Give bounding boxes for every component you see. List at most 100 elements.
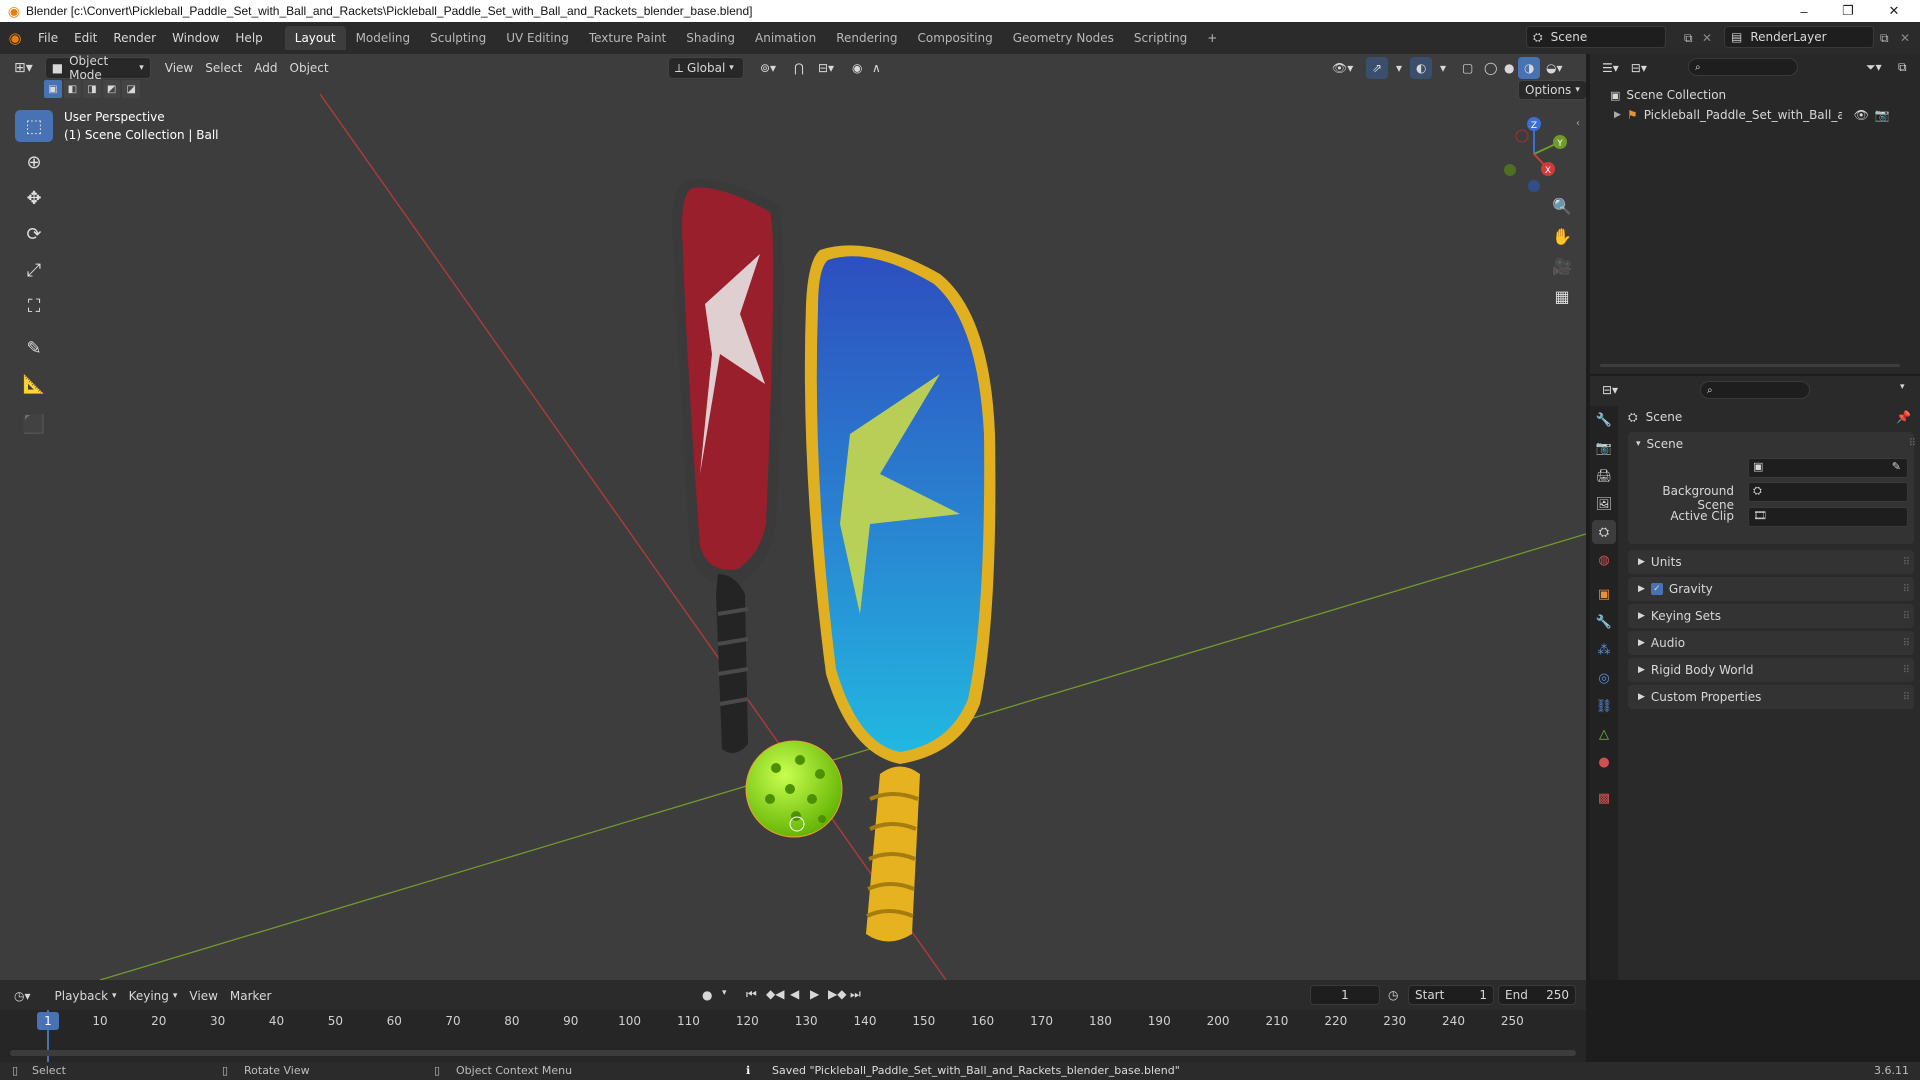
mode-selector[interactable]: ■ Object Mode ▾ [44,54,151,82]
menu-help[interactable]: Help [227,27,270,49]
menu-edit[interactable]: Edit [66,27,105,49]
tab-geometry-nodes[interactable]: Geometry Nodes [1003,26,1124,50]
play-reverse-icon[interactable]: ◀ [790,987,799,1001]
zoom-icon[interactable]: 🔍 [1548,192,1576,220]
visibility-icon[interactable]: 👁▾ [1326,57,1359,79]
delete-view-layer-icon[interactable]: ✕ [1900,31,1910,45]
current-frame-field[interactable]: 1 [1310,985,1380,1005]
tool-tab-icon[interactable]: 🔧 [1592,408,1616,432]
output-tab-icon[interactable]: 🖨 [1592,464,1616,488]
play-icon[interactable]: ▶ [810,987,819,1001]
rotate-tool-icon[interactable]: ⟳ [15,218,53,250]
drag-handle-icon[interactable]: ⠿ [1903,584,1910,595]
snap-icon[interactable]: ⋂ [788,57,810,79]
scene-panel-header[interactable]: ▾ Scene [1636,434,1683,454]
texture-tab-icon[interactable]: ▩ [1592,786,1616,810]
select-subtract-icon[interactable]: ◨ [83,80,101,98]
tab-rendering[interactable]: Rendering [826,26,907,50]
drag-handle-icon[interactable]: ⠿ [1903,638,1910,649]
scale-tool-icon[interactable]: ⤢ [15,254,53,286]
material-tab-icon[interactable]: ● [1592,750,1616,774]
view-layer-tab-icon[interactable]: 🖼 [1592,492,1616,516]
chevron-down-icon[interactable]: ▾ [722,988,727,998]
tab-layout[interactable]: Layout [284,26,346,50]
tab-texture-paint[interactable]: Texture Paint [579,26,676,50]
select-invert-icon[interactable]: ◩ [102,80,121,98]
timeline-editor-type-icon[interactable]: ◷▾ [8,985,37,1007]
object-tab-icon[interactable]: ▣ [1592,582,1616,606]
tab-animation[interactable]: Animation [745,26,826,50]
jump-start-icon[interactable]: ⏮ [746,987,757,1002]
menu-object[interactable]: Object [284,57,335,79]
maximize-button[interactable]: ❐ [1826,0,1870,22]
annotate-tool-icon[interactable]: ✎ [15,332,53,364]
transform-orientation-selector[interactable]: ⟂ Global ▾ [668,57,744,79]
view-layer-selector[interactable]: ▤ RenderLayer [1724,26,1874,48]
3d-viewport[interactable]: ⊞▾ ■ Object Mode ▾ View Select Add Objec… [0,54,1586,980]
physics-tab-icon[interactable]: ◎ [1592,666,1616,690]
menu-view[interactable]: View [159,57,199,79]
menu-keying[interactable]: Keying ▾ [123,985,184,1007]
data-tab-icon[interactable]: △ [1592,722,1616,746]
snap-target-icon[interactable]: ⊟▾ [812,57,840,79]
select-box-tool-icon[interactable]: ⬚ [15,110,53,142]
rendered-shading-icon[interactable]: ◒▾ [1540,57,1569,79]
properties-editor-type-icon[interactable]: ⊟▾ [1596,379,1624,401]
jump-end-icon[interactable]: ⏭ [850,987,861,1002]
tab-scripting[interactable]: Scripting [1124,26,1197,50]
drag-handle-icon[interactable]: ⠿ [1903,665,1910,676]
menu-render[interactable]: Render [105,27,164,49]
material-shading-icon[interactable]: ◑ [1518,57,1541,79]
section-units[interactable]: ▶ Units ⠿ [1628,550,1914,574]
navigation-gizmo[interactable]: Z Y X [1494,114,1574,194]
expand-arrow-icon[interactable]: ▶ [1614,110,1621,120]
sidebar-toggle-icon[interactable]: ‹ [1576,118,1580,129]
timeline-scrollbar[interactable] [10,1050,1576,1056]
perspective-grid-icon[interactable]: ▦ [1548,282,1576,310]
camera-view-icon[interactable]: 🎥 [1548,252,1576,280]
move-tool-icon[interactable]: ✥ [15,182,53,214]
select-extend-icon[interactable]: ◧ [63,80,82,98]
preview-range-icon[interactable]: ◷ [1388,988,1398,1002]
pivot-point-icon[interactable]: ⊚▾ [754,57,782,79]
drag-handle-icon[interactable]: ⠿ [1903,692,1910,703]
section-audio[interactable]: ▶ Audio ⠿ [1628,631,1914,655]
overlays-toggle-icon[interactable]: ◐ [1410,57,1433,79]
menu-marker[interactable]: Marker [224,985,277,1007]
new-view-layer-icon[interactable]: ⧉ [1880,31,1889,46]
display-mode-icon[interactable]: ⊟▾ [1625,57,1653,79]
record-icon[interactable]: ● [702,988,712,1002]
drag-handle-icon[interactable]: ⠿ [1903,611,1910,622]
eye-icon[interactable]: 👁 [1854,108,1869,122]
filter-icon[interactable]: ⏷▾ [1866,60,1882,75]
drag-handle-icon[interactable]: ⠿ [1903,557,1910,568]
menu-add[interactable]: Add [248,57,283,79]
tab-compositing[interactable]: Compositing [907,26,1002,50]
playhead-frame-badge[interactable]: 1 [37,1012,59,1030]
tab-uv-editing[interactable]: UV Editing [496,26,579,50]
outliner-row-object[interactable]: ▶ ⚑ Pickleball_Paddle_Set_with_Ball_and_… [1614,106,1914,124]
drag-handle-icon[interactable]: ⠿ [1909,438,1916,449]
section-custom-properties[interactable]: ▶ Custom Properties ⠿ [1628,685,1914,709]
background-scene-field[interactable]: ⛭ [1748,482,1908,502]
select-intersect-icon[interactable]: ◪ [122,80,140,98]
options-button[interactable]: Options ▾ [1518,80,1586,100]
measure-tool-icon[interactable]: 📐 [15,368,53,400]
modifier-tab-icon[interactable]: 🔧 [1592,610,1616,634]
outliner-scrollbar[interactable] [1600,364,1900,367]
close-button[interactable]: ✕ [1872,0,1916,22]
world-tab-icon[interactable]: ◍ [1592,548,1616,572]
transform-tool-icon[interactable]: ⛶ [15,290,53,322]
pan-hand-icon[interactable]: ✋ [1548,222,1576,250]
outliner-row-scene-collection[interactable]: ▣ Scene Collection [1610,86,1726,104]
blender-menu-icon[interactable]: ◉ [0,29,30,47]
add-workspace-button[interactable]: + [1197,26,1227,50]
cursor-tool-icon[interactable]: ⊕ [15,146,53,178]
active-clip-field[interactable]: 🎞 [1748,507,1908,527]
new-collection-icon[interactable]: ⧉ [1898,60,1907,75]
start-frame-field[interactable]: Start 1 [1408,985,1494,1005]
particles-tab-icon[interactable]: ⁂ [1592,638,1616,662]
section-gravity[interactable]: ▶ ✓ Gravity ⠿ [1628,577,1914,601]
gizmo-dropdown-icon[interactable]: ▾ [1390,57,1408,79]
scene-tab-icon[interactable]: ⛭ [1592,520,1616,544]
